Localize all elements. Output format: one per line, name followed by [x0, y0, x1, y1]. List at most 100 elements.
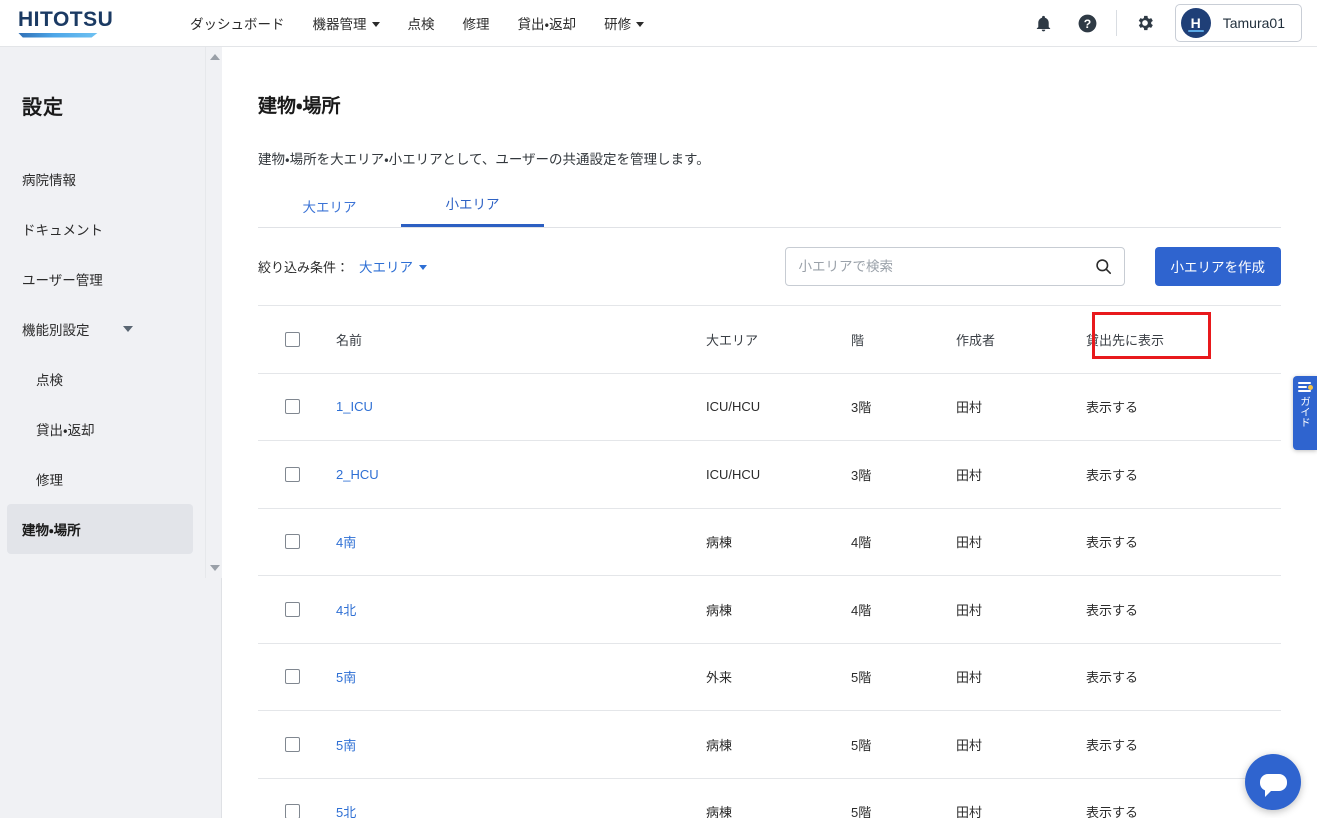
nav-item-repair[interactable]: 修理: [449, 0, 504, 46]
cell-show-on-lending: 表示する: [1086, 670, 1139, 686]
sidebar-scrollbar[interactable]: [205, 47, 222, 578]
nav-item-equipment-management[interactable]: 機器管理: [299, 0, 394, 46]
small-area-link[interactable]: 4南: [336, 535, 356, 550]
row-checkbox[interactable]: [285, 534, 300, 550]
table-row[interactable]: 4南 病棟 4階 田村 表示する: [258, 509, 1281, 576]
cell-large-area: 病棟: [706, 535, 733, 551]
row-select-cell: [258, 466, 336, 482]
small-area-link[interactable]: 4北: [336, 603, 356, 618]
table-row[interactable]: 1_ICU ICU/HCU 3階 田村 表示する: [258, 374, 1281, 441]
filter-dropdown-value: 大エリア: [359, 260, 414, 275]
search-icon[interactable]: [1091, 254, 1117, 280]
row-select-cell: [258, 399, 336, 415]
search-input[interactable]: [784, 246, 1125, 286]
nav-item-lending-return[interactable]: 貸出・返却: [504, 0, 591, 46]
cell-large-area: ICU/HCU: [706, 466, 761, 482]
cell-author: 田村: [956, 602, 983, 618]
row-checkbox[interactable]: [285, 736, 300, 752]
cell-name: 1_ICU: [336, 399, 706, 414]
tab-small-area[interactable]: 小エリア: [401, 193, 544, 227]
filter-and-search-row: 絞り込み条件： 大エリア 小エリアを作成: [258, 246, 1281, 286]
cell-floor: 5階: [851, 737, 872, 753]
nav-item-training[interactable]: 研修: [590, 0, 658, 46]
nav-item-inspection[interactable]: 点検: [394, 0, 449, 46]
tab-label: 小エリア: [445, 197, 500, 212]
cell-name: 5南: [336, 667, 706, 686]
scroll-down-arrow-icon[interactable]: [206, 560, 223, 576]
sidebar-item-label: 病院情報: [22, 173, 76, 188]
sidebar-item-repair[interactable]: 修理: [0, 454, 221, 504]
cell-name: 5北: [336, 802, 706, 818]
column-header-floor: 階: [851, 332, 865, 348]
create-small-area-button[interactable]: 小エリアを作成: [1154, 246, 1281, 286]
sidebar-item-hospital-info[interactable]: 病院情報: [0, 154, 221, 204]
gear-icon[interactable]: [1123, 1, 1167, 45]
table-row[interactable]: 4北 病棟 4階 田村 表示する: [258, 576, 1281, 644]
sidebar-item-label: ドキュメント: [22, 223, 103, 238]
table-row[interactable]: 2_HCU ICU/HCU 3階 田村 表示する: [258, 441, 1281, 509]
small-area-link[interactable]: 1_ICU: [336, 399, 373, 414]
scroll-up-arrow-icon[interactable]: [206, 49, 223, 65]
row-checkbox[interactable]: [285, 804, 300, 818]
cell-author: 田村: [956, 535, 983, 551]
chat-support-button[interactable]: [1245, 754, 1301, 810]
cell-large-area: 外来: [706, 670, 733, 686]
nav-item-label: 貸出・返却: [517, 17, 577, 32]
row-select-cell: [258, 804, 336, 818]
filter-dropdown-large-area[interactable]: 大エリア: [359, 256, 428, 276]
nav-item-dashboard[interactable]: ダッシュボード: [176, 0, 299, 46]
small-area-link[interactable]: 5北: [336, 805, 356, 818]
row-checkbox[interactable]: [285, 601, 300, 617]
tab-large-area[interactable]: 大エリア: [258, 196, 401, 227]
sidebar-item-buildings-locations[interactable]: 建物・場所: [7, 504, 193, 554]
sidebar-item-inspection[interactable]: 点検: [0, 354, 221, 404]
cell-show-on-lending: 表示する: [1086, 535, 1139, 551]
small-area-link[interactable]: 2_HCU: [336, 467, 379, 482]
app-logo[interactable]: HITOTSU: [0, 9, 160, 38]
cell-show-on-lending: 表示する: [1086, 602, 1139, 618]
table-row[interactable]: 5北 病棟 5階 田村 表示する: [258, 779, 1281, 818]
small-area-link[interactable]: 5南: [336, 670, 356, 685]
nav-item-label: 機器管理: [312, 17, 367, 32]
sidebar-item-user-management[interactable]: ユーザー管理: [0, 254, 221, 304]
page-title: 建物・場所: [258, 96, 341, 117]
cell-name: 4南: [336, 532, 706, 551]
sidebar-item-feature-settings[interactable]: 機能別設定: [0, 304, 221, 354]
logo-text: HITOTSU: [18, 7, 114, 31]
settings-sidebar: 設定 病院情報 ドキュメント ユーザー管理 機能別設定 点検 貸出・返却 修理 …: [0, 47, 222, 818]
cell-name: 2_HCU: [336, 467, 706, 482]
row-checkbox[interactable]: [285, 466, 300, 482]
cell-author: 田村: [956, 805, 983, 818]
table-row[interactable]: 5南 病棟 5階 田村 表示する: [258, 711, 1281, 779]
user-menu-button[interactable]: H Tamura01: [1174, 4, 1302, 42]
nav-item-label: 修理: [462, 17, 490, 32]
select-all-checkbox[interactable]: [285, 331, 300, 347]
row-select-cell: [258, 736, 336, 752]
cell-floor: 4階: [851, 535, 872, 551]
cell-large-area: 病棟: [706, 805, 733, 818]
sidebar-item-label: 建物・場所: [22, 523, 81, 538]
row-checkbox[interactable]: [285, 669, 300, 685]
cell-large-area: 病棟: [706, 602, 733, 618]
nav-item-label: 点検: [407, 17, 435, 32]
guide-list-icon: [1298, 381, 1313, 393]
row-checkbox[interactable]: [285, 399, 300, 415]
table-header-row: 名前 大エリア 階 作成者 貸出先に表示: [258, 306, 1281, 374]
guide-tab-label: ガイド: [1299, 396, 1311, 428]
cell-author: 田村: [956, 467, 983, 483]
tab-bar: 大エリア 小エリア: [258, 194, 1281, 228]
table-row[interactable]: 5南 外来 5階 田村 表示する: [258, 644, 1281, 711]
sidebar-item-documents[interactable]: ドキュメント: [0, 204, 221, 254]
sidebar-item-label: ユーザー管理: [22, 273, 103, 288]
guide-side-tab[interactable]: ガイド: [1293, 376, 1317, 450]
bell-icon[interactable]: [1022, 1, 1066, 45]
cell-show-on-lending: 表示する: [1086, 467, 1139, 483]
top-navigation-bar: HITOTSU ダッシュボード 機器管理 点検 修理 貸出・返却 研修 ? H …: [0, 0, 1317, 47]
sidebar-item-label: 機能別設定: [22, 323, 90, 338]
small-area-link[interactable]: 5南: [336, 738, 356, 753]
nav-divider: [1115, 10, 1117, 36]
help-icon[interactable]: ?: [1066, 1, 1110, 45]
sidebar-item-label: 貸出・返却: [36, 423, 95, 438]
chat-bubble-icon: [1259, 773, 1287, 797]
sidebar-item-lending-return[interactable]: 貸出・返却: [0, 404, 221, 454]
